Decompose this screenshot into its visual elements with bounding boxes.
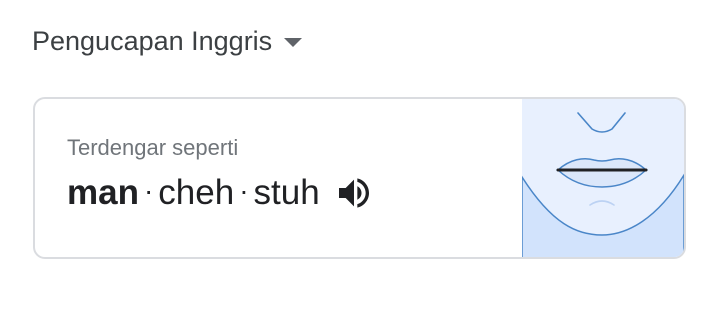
pronunciation-widget: Pengucapan Inggris Terdengar seperti man… <box>0 0 720 312</box>
syllable: stuh <box>253 173 320 212</box>
syllable-separator: · <box>143 175 154 206</box>
pronunciation-card: Terdengar seperti man · cheh · stuh <box>33 97 686 259</box>
syllable: cheh <box>158 173 235 212</box>
pronunciation-language-dropdown[interactable]: Pengucapan Inggris <box>32 26 303 57</box>
speaker-icon[interactable] <box>334 173 374 213</box>
dropdown-label: Pengucapan Inggris <box>32 26 273 56</box>
chevron-down-icon[interactable] <box>284 38 303 47</box>
syllable-stressed: man <box>67 173 139 212</box>
syllable-row: man · cheh · stuh <box>67 173 374 213</box>
mouth-illustration <box>521 99 684 257</box>
sounds-like-label: Terdengar seperti <box>67 135 239 160</box>
syllable-separator: · <box>239 175 249 206</box>
mouth-shape-icon <box>521 112 684 257</box>
